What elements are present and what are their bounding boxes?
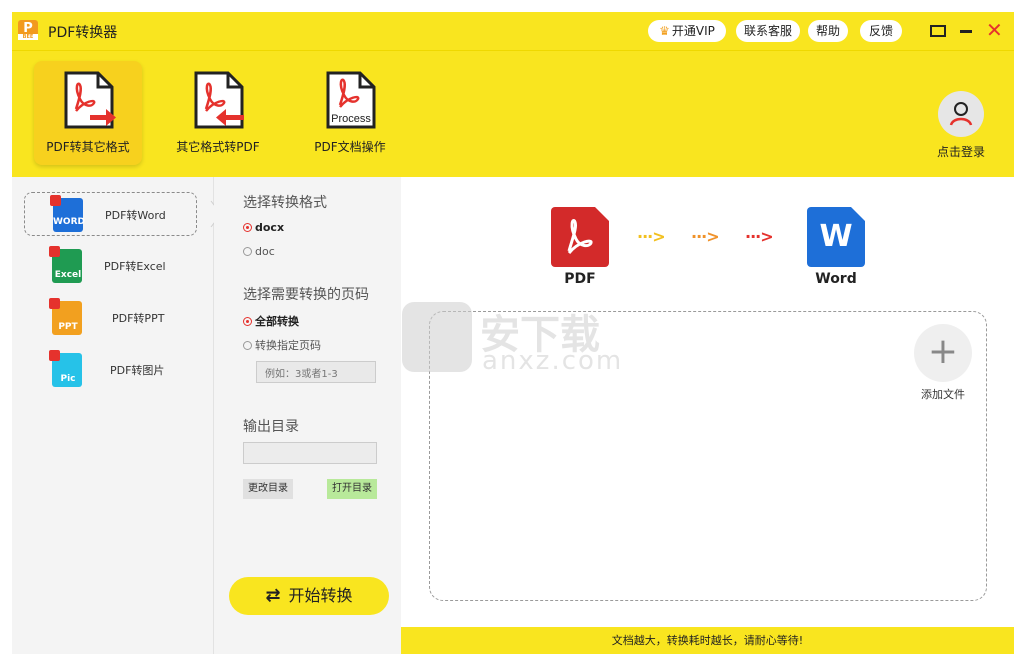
pic-icon-text: Pic [60,374,76,384]
contact-service-button[interactable]: 联系客服 [736,20,800,42]
pdf-process-icon: Process [326,71,376,129]
tab-label: 其它格式转PDF [176,140,260,154]
tab-other-to-pdf[interactable]: 其它格式转PDF [164,61,272,165]
sidebar-item-pdf-to-word[interactable]: WORD PDF转Word [24,192,197,236]
add-file-button[interactable]: + [914,324,972,382]
app-window: P BEE PDF转换器 ♛ 开通VIP 联系客服 帮助 反馈 ✕ PDF转其它格… [12,12,1014,654]
tab-label: PDF转其它格式 [46,140,130,154]
open-dir-button[interactable]: 打开目录 [327,479,377,499]
app-logo-icon: P BEE [18,20,38,40]
shield-icon [402,302,472,372]
flow-arrow-icon: ···> [691,227,720,246]
main-area: PDF ···> ···> ···> W Word + 添加文件 [401,177,1014,627]
start-convert-button[interactable]: ⇄ 开始转换 [229,577,389,615]
crown-icon: ♛ [659,24,670,38]
radio-icon [243,317,252,326]
from-format-label: PDF [564,271,596,287]
format-radio-doc[interactable]: doc [243,245,275,258]
avatar[interactable] [938,91,984,137]
format-radio-docx[interactable]: docx [243,221,284,234]
convert-icon: ⇄ [265,585,281,606]
excel-icon-text: Excel [54,270,82,280]
ppt-icon-text: PPT [58,322,78,332]
sidebar-item-label: PDF转PPT [112,312,165,325]
radio-icon [243,341,252,350]
acrobat-icon [567,219,593,255]
sidebar-item-label: PDF转图片 [110,364,165,377]
radio-label: docx [255,221,285,234]
radio-icon [243,247,252,256]
user-icon [949,102,973,126]
watermark: 安下载 anxz.com [402,302,642,382]
vip-label: 开通VIP [671,24,715,38]
start-label: 开始转换 [288,586,353,605]
tab-pdf-to-other[interactable]: PDF转其它格式 [34,61,142,165]
app-title: PDF转换器 [48,25,118,41]
pages-radio-all[interactable]: 全部转换 [243,313,299,329]
tab-pdf-process[interactable]: Process PDF文档操作 [296,61,404,165]
sidebar-item-pdf-to-image[interactable]: Pic PDF转图片 [24,348,197,392]
conversion-type-sidebar: WORD PDF转Word Excel PDF转Excel PPT PDF转PP… [12,177,214,654]
sidebar-item-label: PDF转Word [105,209,166,222]
word-file-icon: W [807,207,865,267]
tab-label: PDF文档操作 [314,140,386,154]
pages-radio-specified[interactable]: 转换指定页码 [243,337,321,353]
pdf-badge-icon [49,350,60,361]
flow-arrow-icon: ···> [637,227,666,246]
radio-icon [243,223,252,232]
pages-section-title: 选择需要转换的页码 [243,287,369,303]
pdf-to-other-icon [64,71,116,129]
radio-label: doc [255,245,275,258]
to-format-label: Word [815,271,857,287]
close-button[interactable]: ✕ [986,19,1003,41]
sidebar-item-label: PDF转Excel [104,260,166,273]
word-letter: W [819,219,853,254]
word-icon-text: WORD [53,217,85,227]
output-section-title: 输出目录 [243,419,299,435]
change-dir-button[interactable]: 更改目录 [243,479,293,499]
pdf-badge-icon [49,246,60,257]
help-button[interactable]: 帮助 [808,20,848,42]
status-bar: 文档越大，转换耗时越长，请耐心等待! [401,627,1014,654]
feedback-button[interactable]: 反馈 [860,20,902,42]
sidebar-item-pdf-to-ppt[interactable]: PPT PDF转PPT [24,296,197,340]
pdf-badge-icon [50,195,61,206]
watermark-sub: anxz.com [482,346,624,376]
pdf-badge-icon [49,298,60,309]
radio-label: 全部转换 [255,315,299,328]
format-section-title: 选择转换格式 [243,195,327,211]
pdf-file-icon [551,207,609,267]
flow-arrow-icon: ···> [745,227,774,246]
add-file-label: 添加文件 [921,388,965,401]
sidebar-item-pdf-to-excel[interactable]: Excel PDF转Excel [24,244,197,288]
page-range-input[interactable] [256,361,376,383]
minimize-button[interactable] [960,30,972,33]
vip-button[interactable]: ♛ 开通VIP [648,20,726,42]
process-icon-text: Process [331,113,371,125]
radio-label: 转换指定页码 [255,339,321,352]
output-dir-field[interactable] [243,442,377,464]
title-bar: P BEE PDF转换器 ♛ 开通VIP 联系客服 帮助 反馈 ✕ [12,12,1014,50]
main-toolbar: PDF转其它格式 其它格式转PDF Process PDF文档操作 点击登录 [12,50,1014,177]
options-panel: 选择转换格式 docx doc 选择需要转换的页码 全部转换 转换指定页码 输出… [214,177,401,654]
login-link[interactable]: 点击登录 [930,143,992,160]
app-logo-sub: BEE [18,34,38,40]
maximize-button[interactable] [930,25,946,37]
other-to-pdf-icon [194,71,244,129]
